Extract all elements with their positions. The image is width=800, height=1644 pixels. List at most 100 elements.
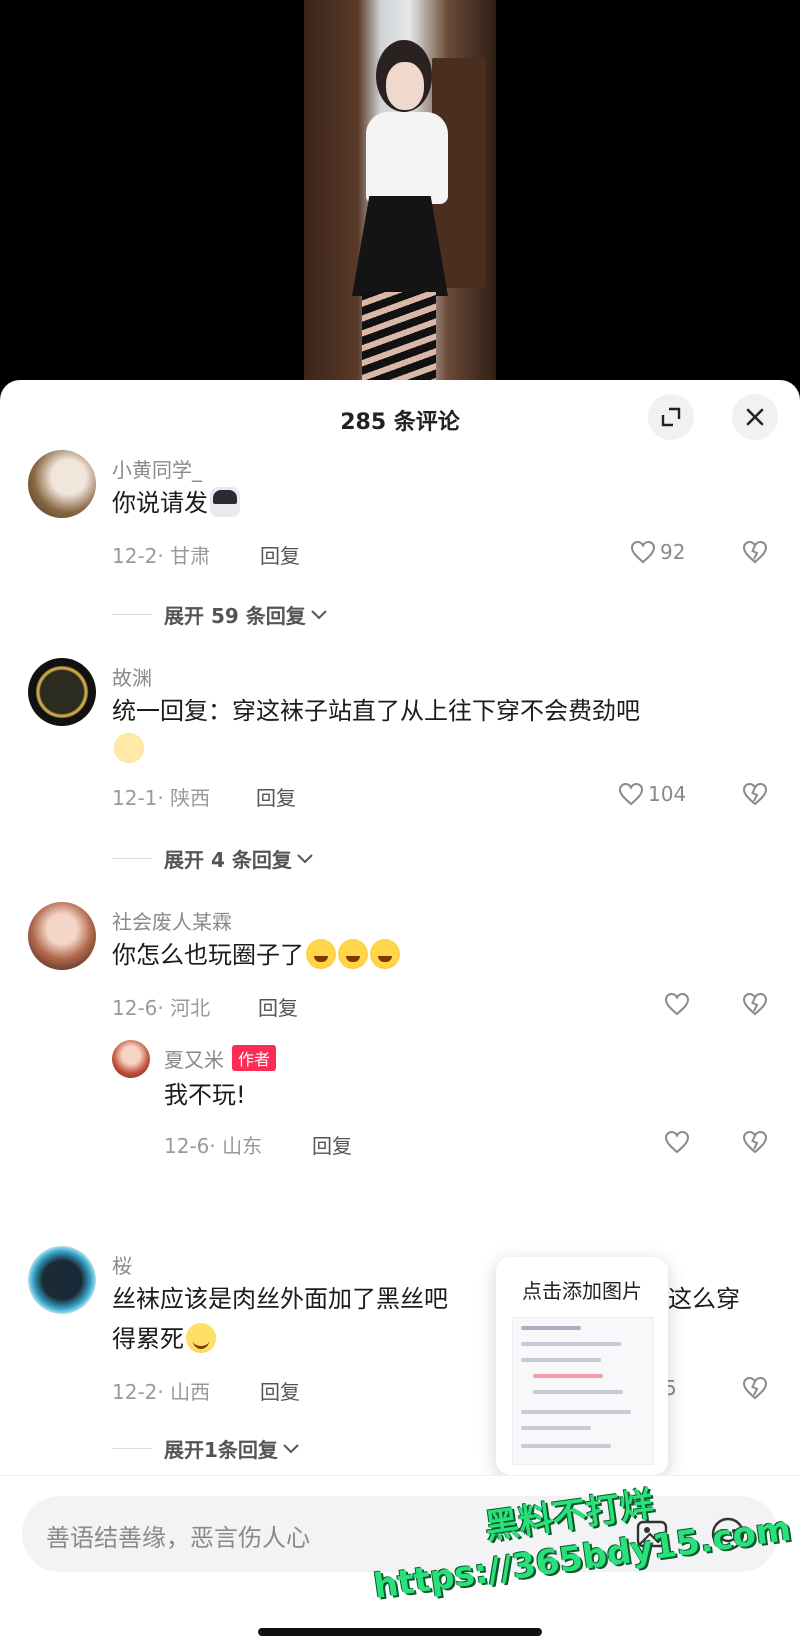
thumb-line (521, 1426, 591, 1430)
comment-date-location: 12-2· 山西 (112, 1380, 211, 1404)
heart-icon (664, 992, 690, 1016)
dislike-button[interactable] (742, 992, 768, 1020)
comment-text-line1: 丝袜应该是肉丝外面加了黑丝吧 (112, 1280, 448, 1318)
thumb-line (521, 1444, 611, 1448)
tooltip-title: 点击添加图片 (522, 1279, 642, 1303)
video-player[interactable] (0, 0, 800, 382)
comment-text: 统一回复：穿这袜子站直了从上往下穿不会费劲吧 (112, 692, 752, 768)
avatar[interactable] (28, 902, 96, 970)
like-button[interactable]: 92 (630, 540, 685, 564)
comment-text-content: 得累死 (112, 1325, 184, 1353)
chevron-down-icon (283, 1443, 299, 1453)
dislike-button[interactable] (742, 1376, 768, 1404)
chevron-down-icon (297, 853, 313, 863)
avatar[interactable] (112, 1040, 150, 1078)
comment-item: 社会废人某霖 你怎么也玩圈子了 12-6· 河北 回复 (0, 902, 800, 1022)
comment-date-location: 12-6· 山东 (164, 1134, 263, 1158)
reply-username: 夏又米 作者 (164, 1044, 277, 1073)
dislike-button[interactable] (742, 1130, 768, 1158)
broken-heart-icon (742, 782, 768, 806)
video-frame (304, 0, 496, 382)
reply-button[interactable]: 回复 (312, 1130, 352, 1159)
comment-item: 小黄同学_ 你说请发 12-2· 甘肃 回复 92 展开 59 条回复 (0, 450, 800, 640)
divider (112, 1448, 152, 1449)
thumb-line (521, 1410, 631, 1414)
dislike-button[interactable] (742, 540, 768, 568)
reply-button[interactable]: 回复 (256, 782, 296, 811)
cat-emoji-icon (210, 487, 240, 517)
avatar[interactable] (28, 450, 96, 518)
like-count: 104 (648, 782, 687, 806)
reply-button[interactable]: 回复 (260, 540, 300, 569)
sweat-emoji-icon (114, 733, 144, 763)
heart-icon (630, 540, 656, 564)
input-placeholder: 善语结善缘，恶言伤人心 (46, 1524, 310, 1552)
thumb-line (533, 1374, 603, 1378)
comment-text: 你怎么也玩圈子了 (112, 936, 400, 974)
crying-emoji-icon (370, 939, 400, 969)
expand-replies-button[interactable]: 展开 4 条回复 (112, 844, 314, 873)
crying-emoji-icon (306, 939, 336, 969)
chevron-down-icon (311, 609, 327, 619)
comment-username[interactable]: 故渊 (112, 662, 152, 691)
fullscreen-button[interactable] (648, 394, 694, 440)
reply-item: 夏又米 作者 我不玩! 12-6· 山东 回复 (0, 1040, 800, 1160)
thumb-line (521, 1326, 581, 1330)
comment-text: 你说请发 (112, 484, 240, 522)
heart-icon (664, 1130, 690, 1154)
comment-text-content: 你说请发 (112, 489, 208, 517)
broken-heart-icon (742, 540, 768, 564)
like-button[interactable] (664, 992, 690, 1016)
like-button[interactable] (664, 1130, 690, 1154)
comment-date-location: 12-6· 河北 (112, 996, 211, 1020)
screenshot-thumbnail[interactable] (512, 1317, 654, 1465)
expand-replies-button[interactable]: 展开 59 条回复 (112, 600, 328, 629)
comment-text-content: 丝袜应该是肉丝外面加了黑丝吧 (112, 1285, 448, 1313)
dislike-button[interactable] (742, 782, 768, 810)
crying-emoji-icon (338, 939, 368, 969)
divider (112, 614, 152, 615)
smile-emoji-icon (186, 1323, 216, 1353)
avatar[interactable] (28, 658, 96, 726)
comment-username[interactable]: 小黄同学_ (112, 454, 202, 483)
comment-item: 桜 丝袜应该是肉丝外面加了黑丝吧 这么穿 得累死 12-2· 山西 回复 5 展… (0, 1246, 800, 1462)
figure-top (366, 112, 448, 204)
home-indicator[interactable] (258, 1628, 542, 1636)
thumb-line (533, 1390, 623, 1394)
comments-sheet: 285 条评论 小黄同学_ 你说请发 12-2· 甘肃 回复 92 展开 59 … (0, 380, 800, 1643)
thumb-line (521, 1358, 601, 1362)
expand-replies-label: 展开1条回复 (164, 1438, 278, 1462)
avatar[interactable] (28, 1246, 96, 1314)
expand-replies-label: 展开 4 条回复 (164, 848, 292, 872)
divider (112, 858, 152, 859)
close-icon (746, 408, 764, 426)
like-button[interactable]: 104 (618, 782, 686, 806)
comment-item: 故渊 统一回复：穿这袜子站直了从上往下穿不会费劲吧 12-1· 陕西 回复 10… (0, 658, 800, 878)
figure-legs (362, 292, 436, 382)
author-badge: 作者 (232, 1045, 277, 1071)
broken-heart-icon (742, 1130, 768, 1154)
add-image-tooltip[interactable]: 点击添加图片 (496, 1257, 668, 1487)
figure-face (386, 62, 424, 110)
comment-username[interactable]: 桜 (112, 1250, 132, 1279)
comment-text-content: 你怎么也玩圈子了 (112, 941, 304, 969)
comment-text-line1-tail: 这么穿 (668, 1285, 740, 1313)
expand-replies-button[interactable]: 展开1条回复 (112, 1434, 300, 1463)
like-count: 92 (660, 540, 686, 564)
reply-button[interactable]: 回复 (258, 992, 298, 1021)
comment-text-content: 统一回复：穿这袜子站直了从上往下穿不会费劲吧 (112, 697, 640, 725)
close-button[interactable] (732, 394, 778, 440)
reply-username-text[interactable]: 夏又米 (164, 1048, 224, 1072)
heart-icon (618, 782, 644, 806)
expand-icon (661, 407, 681, 427)
broken-heart-icon (742, 1376, 768, 1400)
comment-username[interactable]: 社会废人某霖 (112, 906, 232, 935)
thumb-line (521, 1342, 621, 1346)
reply-text: 我不玩! (164, 1081, 246, 1109)
reply-button[interactable]: 回复 (260, 1376, 300, 1405)
broken-heart-icon (742, 992, 768, 1016)
comment-date-location: 12-1· 陕西 (112, 786, 211, 810)
comment-text-line2: 得累死 (112, 1320, 216, 1358)
expand-replies-label: 展开 59 条回复 (164, 604, 306, 628)
comment-date-location: 12-2· 甘肃 (112, 544, 211, 568)
